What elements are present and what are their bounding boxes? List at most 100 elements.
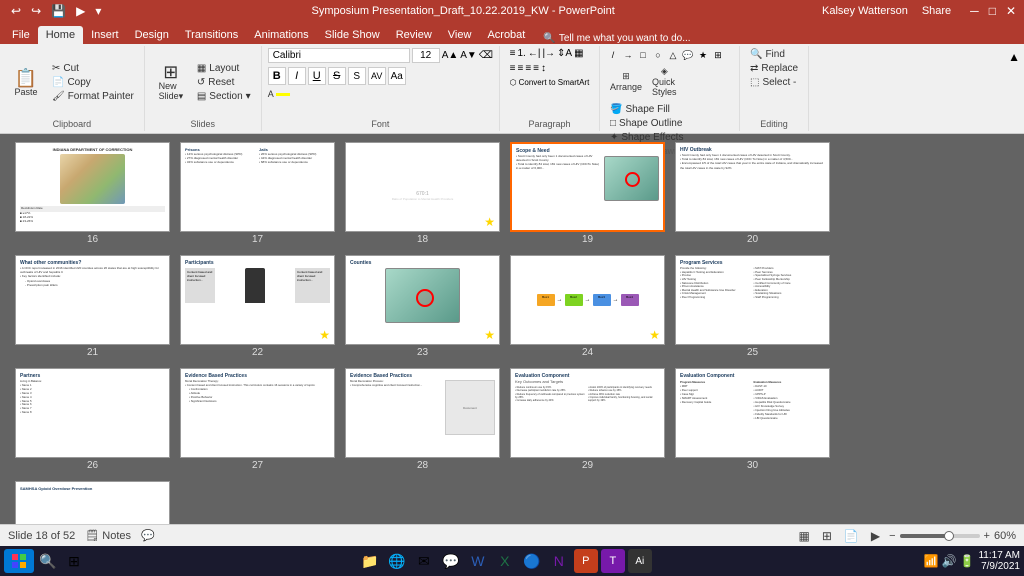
notes-button[interactable]: 🗒 Notes xyxy=(85,529,131,542)
line-spacing-button[interactable]: ↕ xyxy=(541,63,546,74)
maximize-button[interactable]: □ xyxy=(989,4,996,18)
tab-home[interactable]: Home xyxy=(38,26,83,44)
slide-sorter-button[interactable]: ⊞ xyxy=(819,528,835,544)
quick-styles-button[interactable]: ◈QuickStyles xyxy=(648,64,681,99)
reset-button[interactable]: ↺Reset xyxy=(193,76,255,89)
justify-button[interactable]: ≡ xyxy=(533,63,539,74)
slide-thumb-21[interactable]: What other communities? • A CDC report r… xyxy=(15,255,170,358)
tab-view[interactable]: View xyxy=(440,26,480,44)
teams-button[interactable]: 💬 xyxy=(439,549,463,573)
shape-star[interactable]: ★ xyxy=(696,48,710,62)
shape-outline-button[interactable]: □Shape Outline xyxy=(606,117,733,130)
slide-thumb-20[interactable]: HIV Outbreak • Scott County had only bee… xyxy=(675,142,830,245)
outlook-button[interactable]: ✉ xyxy=(412,549,436,573)
slide-thumb-27[interactable]: Evidence Based Practices Moral Reconatio… xyxy=(180,368,335,471)
increase-font-button[interactable]: A▲ xyxy=(442,50,459,61)
select-button[interactable]: ⬚Select - xyxy=(746,76,800,89)
font-case-button[interactable]: Aa xyxy=(388,67,406,85)
columns-button[interactable]: ▦ xyxy=(574,48,583,59)
text-direction-button[interactable]: ⇕A xyxy=(557,48,572,59)
tab-insert[interactable]: Insert xyxy=(83,26,127,44)
tab-slideshow[interactable]: Slide Show xyxy=(317,26,388,44)
share-button[interactable]: Share xyxy=(922,5,951,17)
wifi-icon[interactable]: 📶 xyxy=(924,554,939,568)
normal-view-button[interactable]: ▦ xyxy=(796,528,813,544)
align-right-button[interactable]: ≡ xyxy=(525,63,531,74)
char-spacing-button[interactable]: AV xyxy=(368,67,386,85)
present-button[interactable]: ▶ xyxy=(73,3,88,19)
slideshow-view-button[interactable]: ▶ xyxy=(868,528,883,544)
italic-button[interactable]: I xyxy=(288,67,306,85)
slide-thumb-16[interactable]: INDIANA DEPARTMENT OF CORRECTION Recidiv… xyxy=(15,142,170,245)
collapse-ribbon-button[interactable]: ▲ xyxy=(1004,46,1024,131)
battery-icon[interactable]: 🔋 xyxy=(960,554,975,568)
undo-button[interactable]: ↩ xyxy=(8,3,24,19)
powerpoint-taskbar[interactable]: P xyxy=(574,549,598,573)
paste-button[interactable]: 📋 Paste xyxy=(6,67,46,99)
align-center-button[interactable]: ≡ xyxy=(517,63,523,74)
zoom-slider[interactable] xyxy=(900,534,980,538)
shape-triangle[interactable]: △ xyxy=(666,48,680,62)
tab-transitions[interactable]: Transitions xyxy=(177,26,246,44)
slide-thumb-26[interactable]: Partners Living in Balance: • Name 1• Na… xyxy=(15,368,170,471)
teams-taskbar[interactable]: T xyxy=(601,549,625,573)
decrease-indent-button[interactable]: ←| xyxy=(528,48,541,59)
numbering-button[interactable]: 1. xyxy=(517,48,525,59)
ai-button[interactable]: Ai xyxy=(628,549,652,573)
tab-animations[interactable]: Animations xyxy=(246,26,316,44)
shape-rect[interactable]: □ xyxy=(636,48,650,62)
bullets-button[interactable]: ≡ xyxy=(510,48,516,59)
slide-thumb-19[interactable]: Scope & Need • Scott County had only bee… xyxy=(510,142,665,245)
excel-button[interactable]: X xyxy=(493,549,517,573)
underline-button[interactable]: U xyxy=(308,67,326,85)
format-painter-button[interactable]: 🖌Format Painter xyxy=(48,90,138,103)
font-name-input[interactable] xyxy=(268,48,410,63)
redo-button[interactable]: ↪ xyxy=(28,3,44,19)
increase-indent-button[interactable]: |→ xyxy=(542,48,555,59)
shape-callout[interactable]: 💬 xyxy=(681,48,695,62)
volume-icon[interactable]: 🔊 xyxy=(942,554,957,568)
shape-oval[interactable]: ○ xyxy=(651,48,665,62)
slide-thumb-28[interactable]: Evidence Based Practices Moral Reconatio… xyxy=(345,368,500,471)
slide-thumb-30[interactable]: Evaluation Component Program Measures • … xyxy=(675,368,830,471)
tab-design[interactable]: Design xyxy=(127,26,177,44)
cut-button[interactable]: ✂Cut xyxy=(48,62,138,75)
minimize-button[interactable]: ─ xyxy=(970,4,979,18)
comments-button[interactable]: 💬 xyxy=(141,529,155,542)
slide-thumb-29[interactable]: Evaluation Component Key Outcomes and Ta… xyxy=(510,368,665,471)
slide-thumb-25[interactable]: Program Services Provide the following: … xyxy=(675,255,830,358)
arrange-button[interactable]: ⊞Arrange xyxy=(606,69,646,94)
search-box[interactable]: 🔍 Tell me what you want to do... xyxy=(543,33,690,44)
tab-review[interactable]: Review xyxy=(388,26,440,44)
shape-fill-button[interactable]: 🪣Shape Fill xyxy=(606,103,733,116)
shape-arrow[interactable]: → xyxy=(621,48,635,62)
decrease-font-button[interactable]: A▼ xyxy=(460,50,477,61)
slide-thumb-31[interactable]: SAMHSA Opioid Overdose Prevention xyxy=(15,481,170,524)
search-taskbar-button[interactable]: 🔍 xyxy=(36,549,60,573)
slide-thumb-22[interactable]: Participants Content based and client fo… xyxy=(180,255,335,358)
tab-acrobat[interactable]: Acrobat xyxy=(479,26,533,44)
onenote-button[interactable]: N xyxy=(547,549,571,573)
tab-file[interactable]: File xyxy=(4,26,38,44)
clear-format-button[interactable]: ⌫ xyxy=(479,50,493,61)
start-button[interactable] xyxy=(4,549,34,573)
save-button[interactable]: 💾 xyxy=(48,3,69,19)
slide-thumb-17[interactable]: Prisons • 14% serious psychological dist… xyxy=(180,142,335,245)
explorer-button[interactable]: 📁 xyxy=(358,549,382,573)
reading-view-button[interactable]: 📄 xyxy=(841,528,862,544)
slide-thumb-24[interactable]: Box1 → Box2 → Box3 → Box4 ★ 24 xyxy=(510,255,665,358)
taskview-button[interactable]: ⊞ xyxy=(62,549,86,573)
chrome-button[interactable]: 🔵 xyxy=(520,549,544,573)
find-button[interactable]: 🔍Find xyxy=(746,48,789,61)
edge-button[interactable]: 🌐 xyxy=(385,549,409,573)
replace-button[interactable]: ⇄Replace xyxy=(746,62,802,75)
convert-smartart-button[interactable]: ⬡Convert to SmartArt xyxy=(510,78,590,87)
font-size-input[interactable] xyxy=(412,48,440,63)
customize-qat-button[interactable]: ▾ xyxy=(92,3,104,19)
shape-more[interactable]: ⊞ xyxy=(711,48,725,62)
copy-button[interactable]: 📄Copy xyxy=(48,76,138,89)
word-button[interactable]: W xyxy=(466,549,490,573)
shape-line[interactable]: / xyxy=(606,48,620,62)
align-left-button[interactable]: ≡ xyxy=(510,63,516,74)
bold-button[interactable]: B xyxy=(268,67,286,85)
